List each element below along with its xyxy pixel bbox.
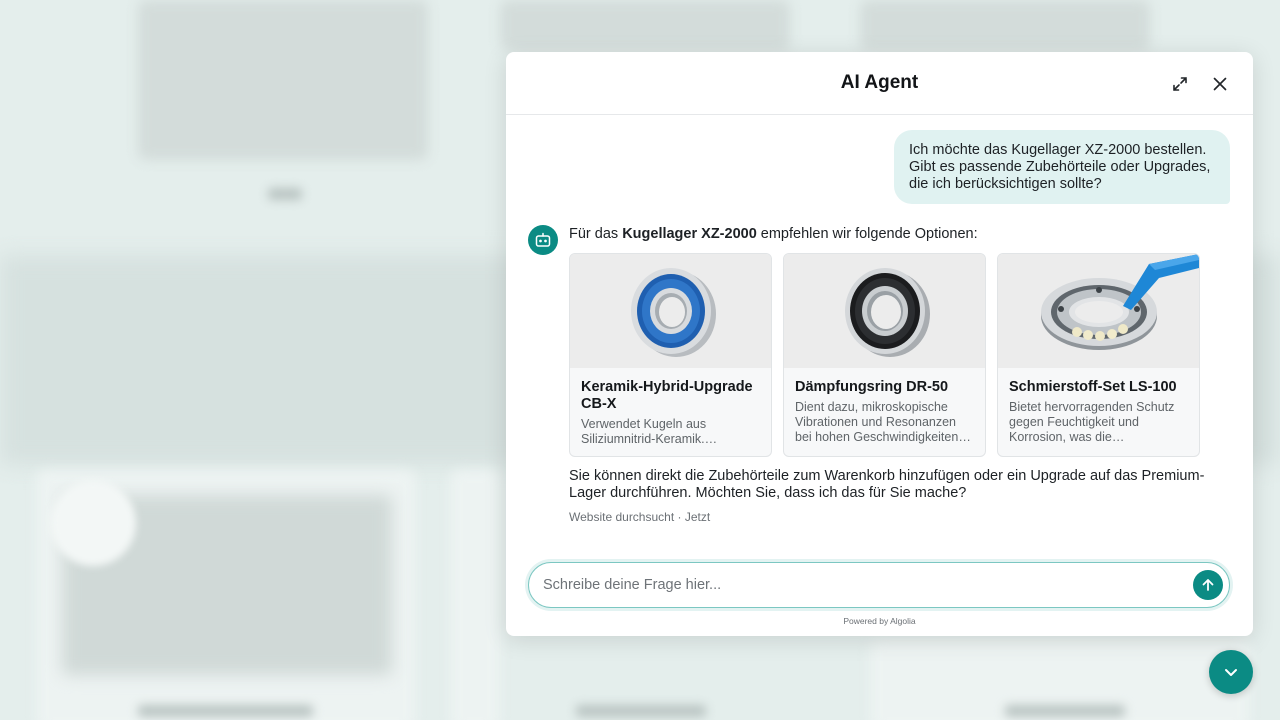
black-sealed-bearing-image [844, 268, 930, 357]
chat-title: AI Agent [840, 72, 919, 93]
meta-time: Jetzt [684, 510, 711, 524]
close-icon [1213, 77, 1227, 91]
bot-intro-suffix: empfehlen wir folgende Optionen: [756, 226, 978, 242]
product-image [570, 254, 771, 368]
product-description: Verwendet Kugeln aus Siliziumnitrid-Kera… [581, 417, 707, 446]
product-card-keramik-hybrid[interactable]: Keramik-Hybrid-Upgrade CB-X Verwendet Ku… [569, 253, 772, 457]
bot-intro-product: Kugellager XZ-2000 [622, 226, 757, 242]
robot-icon [535, 232, 551, 247]
chat-input-container [528, 562, 1230, 608]
powered-by-label: Powered by Algolia [843, 616, 916, 626]
meta-source: Website durchsucht [569, 510, 675, 524]
meta-separator: · [677, 510, 682, 524]
bot-avatar [528, 225, 558, 255]
product-card-daempfungsring[interactable]: Dämpfungsring DR-50 Dient dazu, mikrosko… [783, 253, 986, 457]
expand-icon [1173, 77, 1187, 91]
blue-sealed-bearing-image [630, 268, 716, 357]
chat-input[interactable] [543, 577, 1173, 593]
expand-button[interactable] [1168, 72, 1192, 96]
send-button[interactable] [1193, 570, 1223, 600]
product-carousel: Keramik-Hybrid-Upgrade CB-X Verwendet Ku… [569, 253, 1200, 457]
product-name: Schmierstoff-Set LS-100 [1009, 379, 1177, 395]
close-button[interactable] [1208, 72, 1232, 96]
open-bearing-with-grease-image [1040, 254, 1199, 350]
chat-header: AI Agent [506, 52, 1253, 115]
product-image [784, 254, 985, 368]
bot-follow-up-text: Sie können direkt die Zubehörteile zum W… [569, 468, 1205, 501]
product-image [998, 254, 1199, 368]
product-name: Dämpfungsring DR-50 [795, 379, 949, 395]
bot-intro-text: Für das Kugellager XZ-2000 empfehlen wir… [569, 226, 978, 242]
product-description: Dient dazu, mikroskopische Vibrationen u… [795, 400, 959, 444]
product-name: Keramik-Hybrid-Upgrade CB-X [581, 379, 753, 412]
ai-agent-chat-panel: AI Agent Ich möchte das Kugellager XZ-20… [506, 52, 1253, 636]
product-card-schmierstoff[interactable]: Schmierstoff-Set LS-100 Bietet hervorrag… [997, 253, 1200, 457]
bot-intro-prefix: Für das [569, 226, 623, 242]
user-message-bubble: Ich möchte das Kugellager XZ-2000 bestel… [894, 130, 1230, 204]
message-meta: Website durchsucht · Jetzt [569, 510, 710, 524]
product-description: Bietet hervorragenden Schutz gegen Feuch… [1009, 400, 1175, 444]
chevron-down-icon [1225, 669, 1237, 676]
toggle-chat-button[interactable] [1209, 650, 1253, 694]
arrow-up-icon [1202, 579, 1214, 591]
